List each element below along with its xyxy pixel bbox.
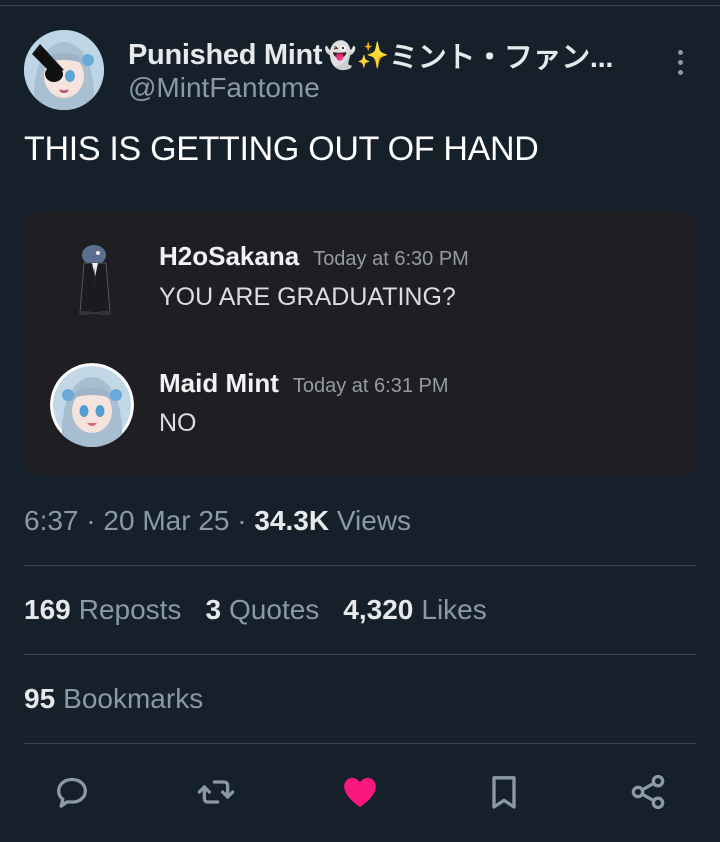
reposts-count: 169	[24, 594, 71, 625]
meta-separator: ·	[78, 505, 104, 536]
more-icon[interactable]	[672, 50, 688, 78]
bookmarks-label: Bookmarks	[63, 683, 204, 714]
chat-author-label: Maid Mint	[159, 368, 279, 398]
author-display-name[interactable]: Punished Mint	[128, 39, 323, 72]
quotes-count: 3	[205, 594, 222, 625]
chat-author-label: H2oSakana	[159, 241, 300, 271]
chat-author-name: H2oSakana Today at 6:30 PM	[159, 241, 469, 272]
likes-stat[interactable]: 4,320 Likes	[343, 594, 486, 626]
reposts-stat[interactable]: 169 Reposts	[24, 594, 181, 626]
bookmark-icon[interactable]	[482, 770, 526, 814]
tweet-meta: 6:37 · 20 Mar 25 · 34.3K Views	[24, 505, 411, 537]
author-name-suffix[interactable]: ミント・ファン...	[389, 34, 613, 76]
chat-message-text: YOU ARE GRADUATING?	[159, 283, 456, 311]
author-handle[interactable]: @MintFantome	[128, 72, 320, 104]
bookmarks-stat[interactable]: 95 Bookmarks	[24, 683, 203, 715]
tweet-time[interactable]: 6:37	[24, 505, 79, 536]
bookmarks-count: 95	[24, 683, 56, 714]
author-avatar[interactable]	[24, 30, 104, 110]
chat-message-text: NO	[159, 409, 197, 437]
h2osakana-avatar	[50, 237, 134, 321]
action-bar	[0, 770, 720, 820]
tweet-text: THIS IS GETTING OUT OF HAND	[24, 130, 539, 168]
chat-author-name: Maid Mint Today at 6:31 PM	[159, 368, 449, 399]
bookmark-stats: 95 Bookmarks	[24, 683, 203, 715]
likes-label: Likes	[421, 594, 487, 625]
views-label: Views	[329, 505, 412, 536]
author-name-emoji: 👻✨	[324, 39, 390, 70]
quotes-label: Quotes	[229, 594, 320, 625]
reposts-label: Reposts	[78, 594, 182, 625]
author-name-row[interactable]: Punished Mint 👻✨ ミント・ファン...	[128, 34, 613, 76]
meta-separator: ·	[229, 505, 255, 536]
engagement-stats: 169 Reposts 3 Quotes 4,320 Likes	[24, 594, 487, 626]
divider	[24, 743, 696, 744]
repost-icon[interactable]	[194, 770, 238, 814]
like-icon[interactable]	[338, 770, 382, 814]
divider	[24, 654, 696, 655]
share-icon[interactable]	[626, 770, 670, 814]
chat-timestamp: Today at 6:30 PM	[313, 248, 469, 270]
chat-timestamp: Today at 6:31 PM	[292, 375, 449, 397]
tweet-date[interactable]: 20 Mar 25	[103, 505, 229, 536]
likes-count: 4,320	[343, 594, 414, 625]
quotes-stat[interactable]: 3 Quotes	[205, 594, 319, 626]
divider	[24, 565, 696, 566]
embedded-chat-image[interactable]: H2oSakana Today at 6:30 PM YOU ARE GRADUA…	[24, 211, 696, 475]
reply-icon[interactable]	[50, 770, 94, 814]
views-count: 34.3K	[254, 505, 330, 536]
maid-mint-avatar	[50, 363, 134, 447]
top-divider	[0, 5, 720, 6]
